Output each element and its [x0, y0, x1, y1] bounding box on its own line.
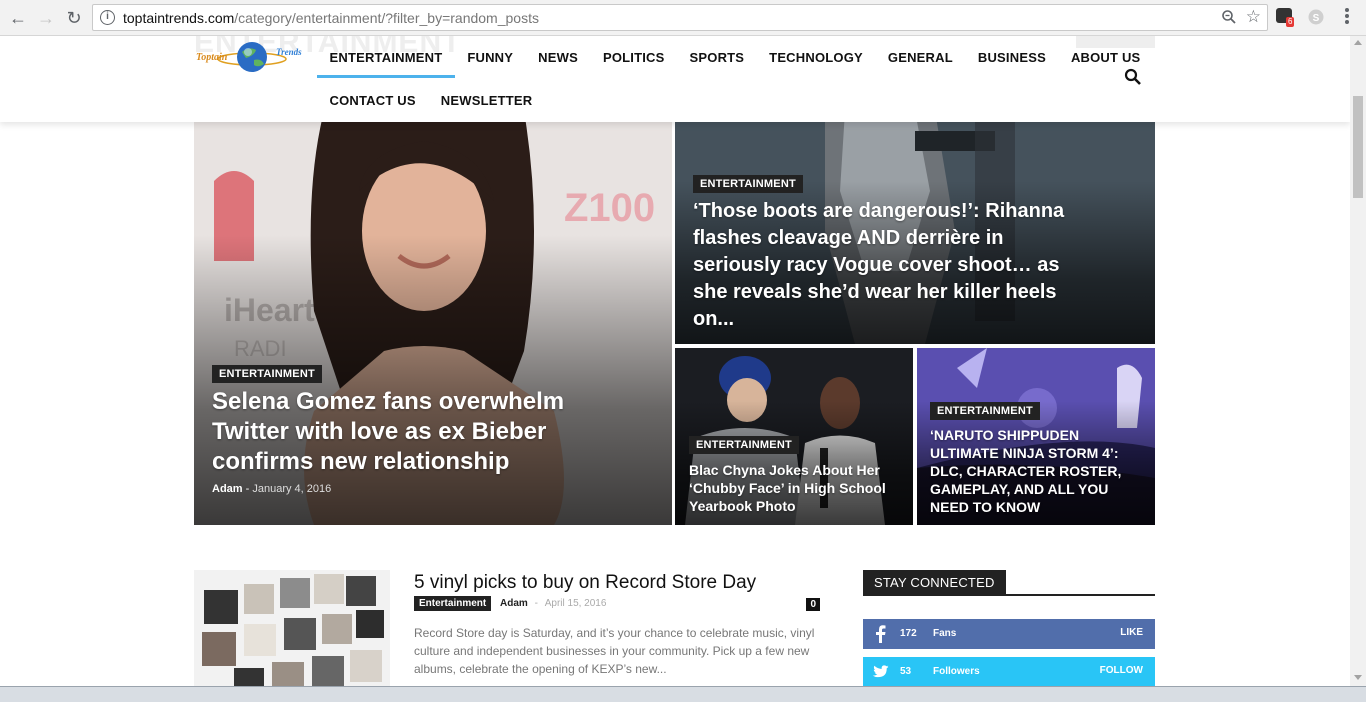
category-tag[interactable]: ENTERTAINMENT: [689, 436, 799, 454]
comment-count[interactable]: 0: [806, 598, 820, 611]
skype-icon[interactable]: S: [1307, 8, 1325, 26]
nav-sports[interactable]: SPORTS: [677, 36, 757, 79]
browser-menu-icon[interactable]: [1345, 8, 1349, 26]
twitter-count: 53: [900, 666, 912, 677]
svg-text:S: S: [1313, 13, 1320, 24]
address-bar[interactable]: i toptaintrends.com/category/entertainme…: [92, 4, 1268, 31]
hero-chyna-title[interactable]: Blac Chyna Jokes About Her ‘Chubby Face’…: [689, 461, 899, 515]
category-tag[interactable]: ENTERTAINMENT: [212, 365, 322, 383]
page-scrollbar[interactable]: [1350, 36, 1366, 686]
article-thumbnail[interactable]: [194, 570, 390, 686]
facebook-count: 172: [900, 628, 917, 639]
page-viewport: ENTERTAINMENT Toptain Trends ENTERTAINME…: [0, 36, 1350, 686]
nav-news[interactable]: NEWS: [526, 36, 591, 79]
svg-text:Trends: Trends: [276, 47, 302, 57]
twitter-follow-button[interactable]: FOLLOW: [1100, 665, 1143, 676]
browser-toolbar: ← → ↻ i toptaintrends.com/category/enter…: [0, 0, 1366, 36]
article-author[interactable]: Adam: [500, 598, 528, 609]
url-text[interactable]: toptaintrends.com/category/entertainment…: [123, 10, 539, 26]
article-date: April 15, 2016: [544, 598, 607, 609]
article-title[interactable]: 5 vinyl picks to buy on Record Store Day: [414, 572, 756, 594]
hero-main-meta: Adam - January 4, 2016: [212, 483, 332, 495]
scrollbar-thumb[interactable]: [1353, 96, 1363, 198]
category-tag[interactable]: ENTERTAINMENT: [930, 402, 1040, 420]
back-icon[interactable]: ←: [6, 6, 30, 30]
article-date-sep: -: [534, 598, 538, 609]
category-tag[interactable]: ENTERTAINMENT: [693, 175, 803, 193]
sidebar-block-title: STAY CONNECTED: [863, 570, 1155, 596]
reload-icon[interactable]: ↻: [62, 6, 86, 30]
bookmark-star-icon[interactable]: ☆: [1246, 7, 1261, 27]
scroll-up-arrow-icon[interactable]: [1354, 40, 1362, 45]
hero-main-title[interactable]: Selena Gomez fans overwhelm Twitter with…: [212, 387, 632, 477]
os-taskbar: [0, 686, 1366, 702]
post-date: January 4, 2016: [252, 483, 332, 495]
site-logo[interactable]: Toptain Trends: [194, 38, 310, 78]
site-header: ENTERTAINMENT Toptain Trends ENTERTAINME…: [0, 36, 1350, 122]
main-navigation: ENTERTAINMENT FUNNY NEWS POLITICS SPORTS…: [317, 36, 1140, 122]
nav-contact-us[interactable]: CONTACT US: [317, 79, 428, 122]
twitter-label: Followers: [933, 666, 980, 677]
svg-text:Z100: Z100: [564, 186, 655, 230]
extension-icon[interactable]: 6: [1276, 8, 1295, 27]
hero-post-naruto[interactable]: ENTERTAINMENT ‘NARUTO SHIPPUDEN ULTIMATE…: [917, 348, 1155, 525]
extension-badge: 6: [1286, 17, 1295, 27]
twitter-follow-bar[interactable]: 53 Followers FOLLOW: [863, 657, 1155, 686]
vinyl-thumbnail-image: [194, 570, 390, 686]
hero-naruto-title[interactable]: ‘NARUTO SHIPPUDEN ULTIMATE NINJA STORM 4…: [930, 426, 1145, 516]
twitter-icon: [866, 657, 894, 686]
facebook-icon: [866, 619, 894, 649]
hero-rihanna-title[interactable]: ‘Those boots are dangerous!’: Rihanna fl…: [693, 198, 1093, 333]
hero-post-rihanna[interactable]: ENTERTAINMENT ‘Those boots are dangerous…: [675, 111, 1155, 344]
post-author[interactable]: Adam: [212, 483, 243, 495]
article-item: 5 vinyl picks to buy on Record Store Day…: [194, 570, 824, 686]
hero-post-chyna[interactable]: ENTERTAINMENT Blac Chyna Jokes About Her…: [675, 348, 913, 525]
article-meta: Entertainment Adam - April 15, 2016 0: [414, 596, 820, 614]
zoom-icon[interactable]: [1221, 9, 1237, 25]
search-icon[interactable]: [1124, 68, 1142, 86]
forward-icon[interactable]: →: [34, 6, 58, 30]
nav-technology[interactable]: TECHNOLOGY: [757, 36, 876, 79]
nav-politics[interactable]: POLITICS: [590, 36, 677, 79]
article-excerpt: Record Store day is Saturday, and it’s y…: [414, 626, 815, 676]
sidebar-stay-connected: STAY CONNECTED 172 Fans LIKE 53 Follower…: [863, 570, 1155, 686]
article-category-tag[interactable]: Entertainment: [414, 596, 492, 611]
svg-text:Toptain: Toptain: [196, 52, 228, 63]
nav-entertainment[interactable]: ENTERTAINMENT: [317, 36, 455, 79]
facebook-like-bar[interactable]: 172 Fans LIKE: [863, 619, 1155, 649]
site-info-icon[interactable]: i: [100, 10, 115, 25]
nav-newsletter[interactable]: NEWSLETTER: [428, 79, 545, 122]
nav-general[interactable]: GENERAL: [875, 36, 965, 79]
hero-post-main[interactable]: iHeart RADI Z100 ENTERTAINMENT Selena Go…: [194, 111, 672, 525]
scroll-down-arrow-icon[interactable]: [1354, 675, 1362, 680]
sidebar-title-text: STAY CONNECTED: [863, 570, 1006, 594]
nav-funny[interactable]: FUNNY: [455, 36, 526, 79]
facebook-label: Fans: [933, 628, 957, 639]
facebook-like-button[interactable]: LIKE: [1120, 627, 1143, 638]
nav-business[interactable]: BUSINESS: [965, 36, 1058, 79]
